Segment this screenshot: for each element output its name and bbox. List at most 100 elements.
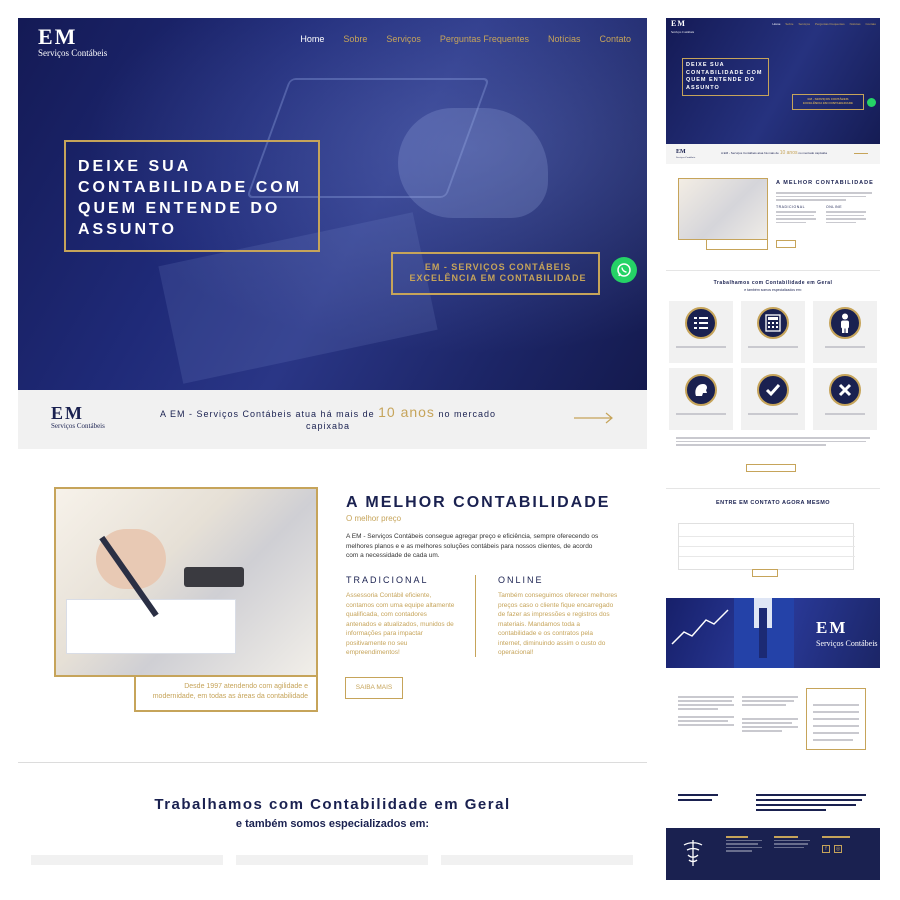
thumb-experience-text: A EM - Serviços Contábeis atua há mais d…	[714, 150, 834, 156]
thumb-divider-2	[666, 488, 880, 489]
thumb-contact-title: ENTRE EM CONTATO AGORA MESMO	[715, 500, 831, 506]
strip-logo-mark: EM	[51, 403, 84, 423]
services-subtitle: e também somos especializados em:	[235, 818, 430, 830]
experience-highlight: 10 anos	[378, 404, 435, 420]
experience-text-before: A EM - Serviços Contábeis atua há mais d…	[160, 409, 375, 419]
person-icon	[841, 313, 849, 333]
thumb-nav-servicos: Serviços	[798, 22, 810, 26]
about-col-tradicional: TRADICIONAL Assessoria Contábil eficient…	[346, 575, 456, 658]
thumb-tagline: EM - SERVIÇOS CONTÁBEIS EXCELÊNCIA EM CO…	[794, 97, 862, 105]
nav-home[interactable]: Home	[300, 34, 324, 44]
check-icon	[765, 384, 781, 397]
col-text-tradicional: Assessoria Contábil eficiente, contamos …	[346, 592, 455, 656]
thumb-hero-title: DEIXE SUA CONTABILIDADE COM QUEM ENTENDE…	[686, 62, 763, 91]
col-title-online: ONLINE	[498, 575, 544, 585]
main-nav: Home Sobre Serviços Perguntas Frequentes…	[300, 34, 631, 44]
service-card	[31, 855, 223, 865]
saiba-mais-button[interactable]: SAIBA MAIS	[345, 677, 403, 699]
thumb-nav-home: Home	[772, 22, 781, 26]
thumb-nav-contato: Contato	[865, 22, 876, 26]
site-logo[interactable]: EM Serviços Contábeis	[38, 26, 118, 60]
thumb-about-text	[776, 192, 872, 202]
service-card	[441, 855, 633, 865]
banner-logo: EM Serviços Contábeis	[816, 618, 878, 652]
growth-chart-icon	[671, 609, 729, 645]
thumb-nav-noticias: Notícias	[849, 22, 861, 26]
thumb-about-title: A MELHOR CONTABILIDADE	[776, 180, 874, 186]
nav-contato[interactable]: Contato	[599, 34, 631, 44]
thumb-footer-intro	[666, 778, 880, 828]
about-paragraph: A EM - Serviços Contábeis consegue agreg…	[346, 533, 599, 559]
hero-tagline-2: EXCELÊNCIA EM CONTABILIDADE	[409, 273, 587, 283]
main-page-preview: EM Serviços Contábeis Home Sobre Serviço…	[18, 18, 647, 878]
thumb-services-text	[676, 437, 870, 448]
whatsapp-icon	[617, 263, 631, 277]
experience-strip: EM Serviços Contábeis A EM - Serviços Co…	[18, 390, 647, 449]
banner-logo-mark: EM	[816, 618, 848, 637]
banner-logo-subtitle: Serviços Contábeis	[816, 639, 878, 648]
thumb-service-tile	[669, 301, 733, 363]
thumb-logo: EM Serviços Contábeis	[671, 20, 694, 36]
thumb-nav: Home Sobre Serviços Perguntas Frequentes…	[772, 22, 876, 26]
strip-logo-subtitle: Serviços Contábeis	[51, 422, 105, 430]
thumb-whatsapp-icon	[867, 98, 876, 107]
col-text-online: Também conseguimos oferecer melhores pre…	[498, 592, 618, 656]
thumb-col1-title: TRADICIONAL	[776, 205, 806, 209]
thumb-form-submit	[752, 569, 778, 577]
thumb-col-online: ONLINE	[826, 205, 870, 225]
thumb-divider	[666, 270, 880, 271]
calculator-icon	[765, 314, 781, 332]
thumb-col-tradicional: TRADICIONAL	[776, 205, 820, 225]
arrow-right-icon[interactable]	[574, 412, 614, 424]
service-card	[236, 855, 428, 865]
thumb-arrow-icon	[854, 153, 868, 154]
thumb-service-tile	[669, 368, 733, 430]
thumb-services-title: Trabalhamos com Contabilidade em Geral	[713, 280, 833, 286]
section-divider	[18, 762, 647, 763]
whatsapp-button[interactable]	[611, 257, 637, 283]
x-icon	[838, 383, 852, 397]
thumb-tagline-2: EXCELÊNCIA EM CONTABILIDADE	[802, 101, 853, 105]
thumb-banner: EM Serviços Contábeis	[666, 598, 880, 668]
thumb-principais-servicos	[806, 688, 866, 750]
experience-text: A EM - Serviços Contábeis atua há mais d…	[148, 404, 508, 432]
thumb-about-photo	[678, 178, 768, 240]
instagram-icon: ◎	[834, 845, 842, 853]
thumb-services-button	[746, 464, 796, 472]
hero-title: DEIXE SUA CONTABILIDADE COM QUEM ENTENDE…	[78, 158, 303, 238]
nav-perguntas[interactable]: Perguntas Frequentes	[440, 34, 529, 44]
about-caption: Desde 1997 atendendo com agilidade e mod…	[134, 676, 318, 712]
about-col-online: ONLINE Também conseguimos oferecer melho…	[498, 575, 618, 658]
thumb-nav-perguntas: Perguntas Frequentes	[814, 22, 845, 26]
thumb-nav-sobre: Sobre	[785, 22, 794, 26]
full-page-thumbnail: EM Serviços Contábeis Home Sobre Serviços…	[666, 18, 880, 880]
thumb-strip-logo: EM Serviços Contábeis	[676, 149, 696, 160]
thumb-experience-strip: EM Serviços Contábeis A EM - Serviços Con…	[666, 144, 880, 164]
facebook-icon: f	[822, 845, 830, 853]
thumb-service-tile	[741, 301, 805, 363]
column-divider	[475, 575, 476, 657]
nav-noticias[interactable]: Notícias	[548, 34, 581, 44]
thumb-exp-before: A EM - Serviços Contábeis atua há mais d…	[720, 151, 779, 155]
thumb-footer: f ◎	[666, 828, 880, 880]
thumb-service-tile	[741, 368, 805, 430]
col-title-tradicional: TRADICIONAL	[346, 575, 429, 585]
logo-subtitle: Serviços Contábeis	[38, 48, 108, 58]
logo-mark: EM	[38, 24, 78, 49]
thumb-service-tile	[813, 368, 877, 430]
nav-servicos[interactable]: Serviços	[386, 34, 421, 44]
about-subtitle: O melhor preço	[346, 514, 402, 523]
lion-icon	[695, 384, 707, 396]
strip-logo: EM Serviços Contábeis	[51, 404, 105, 430]
thumb-saiba-mais-button	[776, 240, 796, 248]
about-title: A MELHOR CONTABILIDADE	[346, 494, 611, 511]
thumb-exp-highlight: 10 anos	[779, 150, 798, 156]
thumb-hero: EM Serviços Contábeis Home Sobre Serviços…	[666, 18, 880, 144]
thumb-logo-subtitle: Serviços Contábeis	[671, 30, 695, 34]
thumb-contact-form	[678, 523, 855, 570]
services-title: Trabalhamos com Contabilidade em Geral	[154, 796, 511, 813]
hero-tagline-1: EM - SERVIÇOS CONTÁBEIS	[424, 262, 572, 272]
thumb-strip-logo-subtitle: Serviços Contábeis	[676, 156, 696, 159]
nav-sobre[interactable]: Sobre	[343, 34, 367, 44]
thumb-services-subtitle: e também somos especializados em:	[744, 288, 802, 292]
